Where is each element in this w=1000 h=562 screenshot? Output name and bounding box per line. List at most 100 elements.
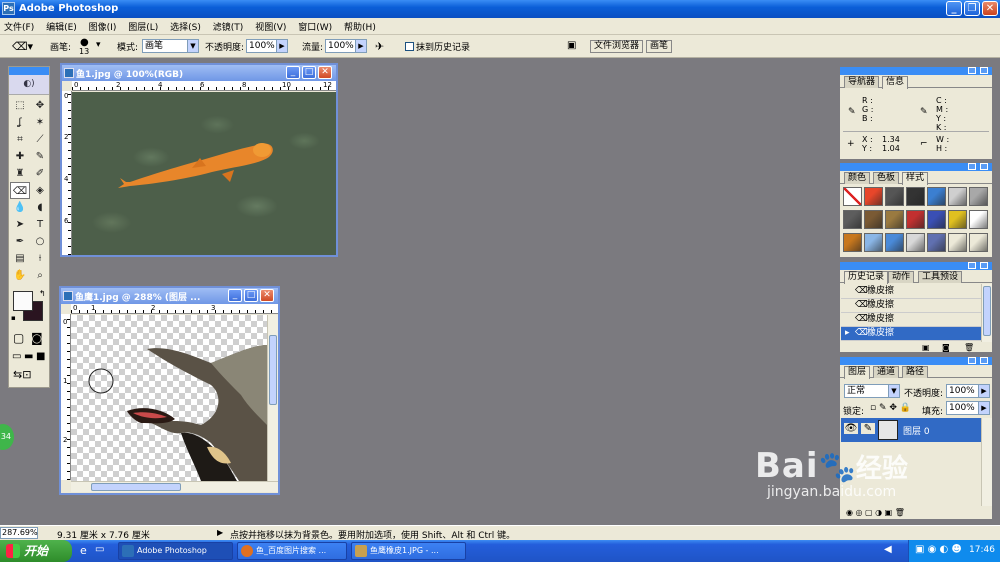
- eyedropper-tool-icon[interactable]: ⟊: [30, 250, 50, 267]
- toolbox-header[interactable]: [9, 67, 49, 75]
- history-item-selected[interactable]: ▸ ⌫ 橡皮擦: [841, 327, 981, 341]
- menu-layer[interactable]: 图层(L): [124, 18, 163, 33]
- healing-brush-tool-icon[interactable]: ✚: [10, 148, 30, 165]
- document-minimize-button[interactable]: _: [286, 66, 300, 79]
- blend-mode-select[interactable]: 正常 ▼: [844, 384, 900, 398]
- tab-brushes[interactable]: 画笔: [646, 40, 673, 53]
- flow-input[interactable]: 100% ▶: [325, 39, 367, 53]
- history-brush-tool-icon[interactable]: ✐: [30, 165, 50, 182]
- restore-button[interactable]: ❐: [964, 1, 980, 16]
- history-item[interactable]: ⌫ 橡皮擦: [841, 299, 981, 313]
- style-swatch[interactable]: [843, 210, 862, 229]
- crop-tool-icon[interactable]: ⌗: [10, 131, 30, 148]
- style-swatch[interactable]: [906, 210, 925, 229]
- screen-mode-full-icon[interactable]: ■: [36, 351, 45, 362]
- paint-bucket-tool-icon[interactable]: ◈: [30, 182, 50, 199]
- palette-close-button[interactable]: [980, 163, 988, 170]
- menu-select[interactable]: 选择(S): [166, 18, 206, 33]
- tab-channels[interactable]: 通道: [873, 366, 900, 378]
- menu-window[interactable]: 窗口(W): [294, 18, 337, 33]
- new-snapshot-icon[interactable]: ◙: [942, 343, 950, 352]
- start-button[interactable]: 开始: [0, 540, 72, 562]
- swap-colors-icon[interactable]: ↰: [39, 289, 46, 298]
- blur-tool-icon[interactable]: 💧: [10, 199, 30, 216]
- adobe-online-icon[interactable]: ◐): [9, 75, 49, 95]
- tab-paths[interactable]: 路径: [902, 366, 929, 378]
- style-swatch[interactable]: [843, 233, 862, 252]
- brush-link-icon[interactable]: ✎: [861, 423, 875, 434]
- hand-tool-icon[interactable]: ✋: [10, 267, 30, 284]
- layer-footer-icons[interactable]: ◉ ◎ ▢ ◑ ▣ 🗑: [846, 508, 905, 517]
- document-minimize-button[interactable]: _: [228, 289, 242, 302]
- brush-picker-arrow-icon[interactable]: ▾: [96, 40, 101, 50]
- vertical-scrollbar[interactable]: [267, 315, 278, 481]
- fish-photo-canvas[interactable]: [72, 92, 336, 255]
- clock[interactable]: 17:46: [969, 545, 995, 555]
- style-swatch[interactable]: [948, 187, 967, 206]
- quick-launch-ie-icon[interactable]: e: [80, 544, 87, 557]
- screen-mode-full-menu-icon[interactable]: ▬: [24, 351, 33, 362]
- scroll-thumb[interactable]: [983, 286, 991, 336]
- screen-mode-standard-icon[interactable]: ▭: [12, 351, 21, 362]
- tab-styles[interactable]: 样式: [902, 172, 929, 185]
- type-tool-icon[interactable]: T: [30, 216, 50, 233]
- jump-to-imageready-icon[interactable]: ⇆⊡: [13, 368, 31, 381]
- pen-tool-icon[interactable]: ✒: [10, 233, 30, 250]
- eraser-tool-icon[interactable]: ⌫: [10, 182, 30, 199]
- tab-color[interactable]: 颜色: [844, 172, 871, 184]
- brush-tool-icon[interactable]: ✎: [30, 148, 50, 165]
- style-swatch[interactable]: [969, 233, 988, 252]
- style-swatch[interactable]: [843, 187, 862, 206]
- style-swatch[interactable]: [927, 187, 946, 206]
- menu-help[interactable]: 帮助(H): [340, 18, 381, 33]
- layers-scrollbar[interactable]: [981, 418, 992, 506]
- document-maximize-button[interactable]: □: [244, 289, 258, 302]
- style-swatch[interactable]: [906, 187, 925, 206]
- marquee-tool-icon[interactable]: ⬚: [10, 97, 30, 114]
- document-window-osprey[interactable]: 鱼鹰1.jpg @ 288% (图层 ... _ □ ✕ 0 1 2 3 0 1…: [59, 286, 280, 495]
- shape-tool-icon[interactable]: ○: [30, 233, 50, 250]
- dodge-tool-icon[interactable]: ◖: [30, 199, 50, 216]
- history-item[interactable]: ⌫ 橡皮擦: [841, 313, 981, 327]
- palette-header[interactable]: [840, 357, 992, 365]
- palette-minimize-button[interactable]: [968, 357, 976, 364]
- layer-opacity-input[interactable]: 100% ▶: [946, 384, 990, 398]
- fill-input[interactable]: 100% ▶: [946, 401, 990, 415]
- palette-header[interactable]: [840, 163, 992, 171]
- move-tool-icon[interactable]: ✥: [30, 97, 50, 114]
- style-swatch[interactable]: [885, 210, 904, 229]
- style-swatch[interactable]: [927, 210, 946, 229]
- document-window-fish[interactable]: 鱼1.jpg @ 100%(RGB) _ □ ✕ 0 2 4 6 8 10 12…: [60, 63, 338, 257]
- style-swatch[interactable]: [969, 210, 988, 229]
- document-maximize-button[interactable]: □: [302, 66, 316, 79]
- menu-view[interactable]: 视图(V): [251, 18, 291, 33]
- path-selection-tool-icon[interactable]: ➤: [10, 216, 30, 233]
- lasso-tool-icon[interactable]: ʆ: [10, 114, 30, 131]
- palette-minimize-button[interactable]: [968, 163, 976, 170]
- tab-tool-presets[interactable]: 工具预设: [918, 271, 963, 283]
- close-button[interactable]: ✕: [982, 1, 998, 16]
- menu-file[interactable]: 文件(F): [0, 18, 39, 33]
- quick-mask-mode-icon[interactable]: ◙: [31, 331, 43, 345]
- clone-stamp-tool-icon[interactable]: ♜: [10, 165, 30, 182]
- tab-history[interactable]: 历史记录: [844, 271, 889, 284]
- scroll-thumb[interactable]: [91, 483, 181, 491]
- scroll-thumb[interactable]: [269, 335, 277, 405]
- eye-icon[interactable]: 👁: [844, 423, 858, 434]
- quick-launch-desktop-icon[interactable]: ▭: [95, 544, 104, 555]
- new-document-from-state-icon[interactable]: ▣: [922, 343, 930, 352]
- palette-minimize-button[interactable]: [968, 262, 976, 269]
- style-swatch[interactable]: [885, 187, 904, 206]
- style-swatch[interactable]: [948, 233, 967, 252]
- tray-icons[interactable]: ▣ ◉ ◐ ☻: [915, 544, 962, 555]
- palette-close-button[interactable]: [980, 357, 988, 364]
- opacity-input[interactable]: 100% ▶: [246, 39, 288, 53]
- tab-info[interactable]: 信息: [882, 76, 909, 89]
- taskbar-item-browser[interactable]: 鱼_百度图片搜索 ...: [237, 542, 347, 560]
- zoom-input[interactable]: 287.69%: [0, 527, 38, 539]
- lock-icons[interactable]: ▫ ✎ ✥ 🔒: [870, 403, 911, 413]
- taskbar-item-photoshop[interactable]: Adobe Photoshop: [118, 542, 233, 560]
- palette-minimize-button[interactable]: [968, 67, 976, 74]
- notes-tool-icon[interactable]: ▤: [10, 250, 30, 267]
- taskbar-item-image-viewer[interactable]: 鱼鹰橡皮1.JPG - ...: [351, 542, 466, 560]
